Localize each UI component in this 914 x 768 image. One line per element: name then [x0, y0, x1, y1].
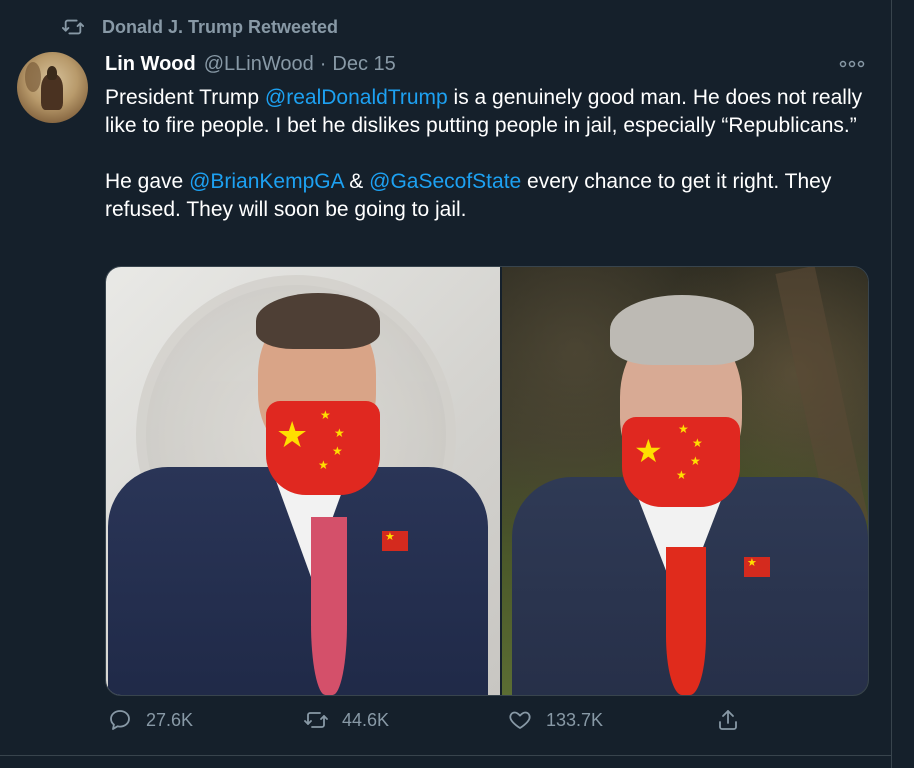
reply-button[interactable]: 27.6K	[108, 708, 193, 732]
timeline-right-border	[891, 0, 892, 768]
reply-icon	[110, 710, 130, 730]
share-button[interactable]	[716, 708, 754, 732]
author-handle[interactable]: @LLinWood	[204, 53, 314, 76]
tweet-header: Lin Wood @LLinWood · Dec 15	[105, 53, 396, 76]
like-icon	[509, 711, 531, 729]
tweet-paragraph-1: President Trump @realDonaldTrump is a ge…	[105, 84, 875, 140]
separator-dot: ·	[319, 53, 327, 75]
like-button[interactable]: 133.7K	[508, 708, 603, 732]
retweet-label: Donald J. Trump Retweeted	[102, 16, 339, 37]
photo-left[interactable]: ★ ★ ★ ★ ★	[106, 267, 500, 695]
tweet-media[interactable]: ★ ★ ★ ★ ★ ★ ★ ★ ★ ★	[105, 266, 869, 696]
retweet-button[interactable]: 44.6K	[304, 708, 389, 732]
tweet-bottom-border	[0, 755, 892, 756]
retweet-icon	[62, 19, 84, 35]
tweet-text: President Trump @realDonaldTrump is a ge…	[105, 84, 875, 224]
author-name[interactable]: Lin Wood	[105, 53, 196, 76]
like-count: 133.7K	[546, 709, 604, 730]
retweet-count: 44.6K	[342, 709, 390, 730]
mention-realdonaldtrump[interactable]: @realDonaldTrump	[265, 86, 448, 109]
share-icon	[719, 710, 737, 730]
photo-right[interactable]: ★ ★ ★ ★ ★	[502, 267, 868, 695]
tweet-actions: 27.6K 44.6K 133.7K	[108, 708, 868, 738]
text-segment: He gave	[105, 170, 190, 193]
reply-count: 27.6K	[146, 709, 194, 730]
more-icon[interactable]	[838, 58, 866, 70]
text-segment: &	[343, 170, 370, 193]
tweet-date[interactable]: Dec 15	[332, 53, 395, 76]
mention-gasecofstate[interactable]: @GaSecofState	[369, 170, 521, 193]
retweet-icon	[304, 712, 328, 728]
avatar[interactable]	[17, 52, 88, 123]
text-segment: President Trump	[105, 86, 265, 109]
retweet-context[interactable]: Donald J. Trump Retweeted	[62, 16, 338, 38]
tweet-paragraph-2: He gave @BrianKempGA & @GaSecofState eve…	[105, 168, 875, 224]
mention-briankempga[interactable]: @BrianKempGA	[189, 170, 343, 193]
